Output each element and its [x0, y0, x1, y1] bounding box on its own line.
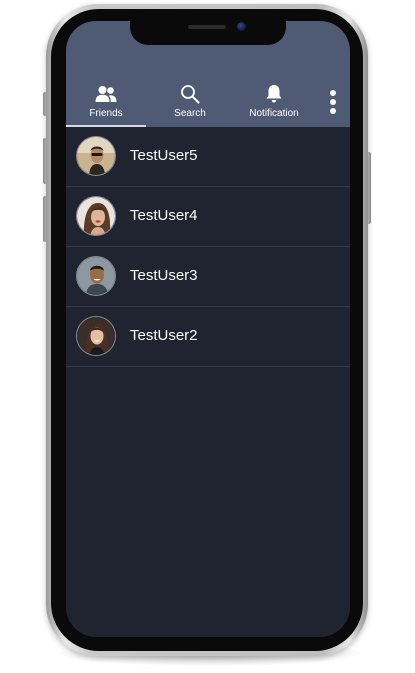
friend-row[interactable]: TestUser5	[66, 127, 350, 187]
tab-search[interactable]: Search	[150, 79, 230, 127]
menu-dot	[330, 99, 336, 105]
friend-name: TestUser3	[130, 267, 198, 284]
menu-dot	[330, 90, 336, 96]
friend-name: TestUser5	[130, 147, 198, 164]
app-bar: Friends Search Notification	[66, 21, 350, 127]
app-screen: Friends Search Notification TestUser5 Te…	[66, 21, 350, 637]
tab-search-label: Search	[174, 108, 206, 119]
friend-row[interactable]: TestUser3	[66, 247, 350, 307]
tab-friends[interactable]: Friends	[66, 79, 146, 127]
friend-name: TestUser2	[130, 327, 198, 344]
friends-list: TestUser5 TestUser4 TestUser3 TestUser2	[66, 127, 350, 367]
device-mockup: Friends Search Notification TestUser5 Te…	[0, 0, 415, 673]
friend-row[interactable]: TestUser4	[66, 187, 350, 247]
avatar	[76, 316, 116, 356]
tab-bar: Friends Search Notification	[66, 79, 350, 127]
people-icon	[95, 83, 117, 105]
more-vertical-icon[interactable]	[322, 87, 344, 117]
notch	[130, 21, 286, 45]
friend-name: TestUser4	[130, 207, 198, 224]
tab-notification-label: Notification	[249, 108, 299, 119]
speaker-grille	[188, 25, 226, 29]
avatar	[76, 256, 116, 296]
tab-notification[interactable]: Notification	[234, 79, 314, 127]
menu-dot	[330, 108, 336, 114]
avatar	[76, 196, 116, 236]
avatar	[76, 136, 116, 176]
tab-friends-label: Friends	[89, 108, 123, 119]
search-icon	[180, 83, 200, 105]
friend-row[interactable]: TestUser2	[66, 307, 350, 367]
front-camera	[237, 22, 246, 31]
bell-icon	[265, 83, 283, 105]
